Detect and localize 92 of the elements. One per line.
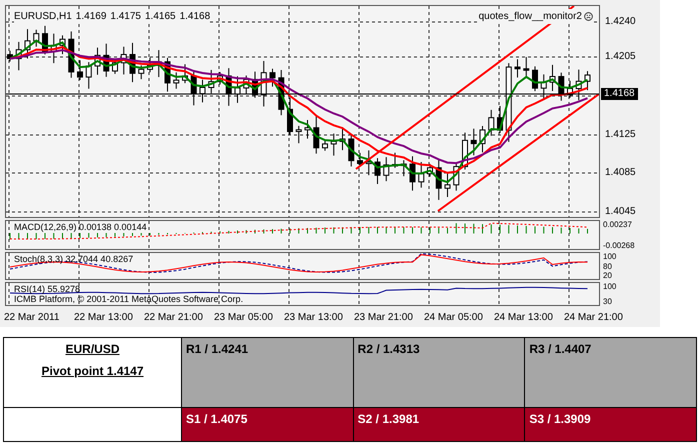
candlestick [42, 25, 48, 55]
candlestick [322, 140, 328, 152]
candlestick [584, 70, 590, 91]
pivot-point-label: Pivot point 1.4147 [41, 363, 144, 380]
candlestick [103, 43, 110, 78]
candlestick [366, 150, 372, 176]
candlestick [16, 41, 22, 71]
price-value: 1.4175 [110, 10, 141, 24]
price-axis-label: 1.4045 [605, 206, 636, 218]
time-axis-label: 22 Mar 21:00 [144, 310, 204, 324]
candlestick [340, 126, 346, 151]
table-cell: R3 / 1.4407 [524, 338, 696, 408]
scale-label: -0.00268 [603, 241, 636, 250]
candlestick [33, 29, 40, 48]
candlestick [348, 134, 354, 167]
scale-label: 30 [603, 297, 613, 306]
table-cell: S3 / 1.3909 [524, 408, 696, 442]
indicator-label: MACD(12,26,9) 0.00138 0.00144 [14, 222, 147, 232]
candlestick [480, 126, 486, 153]
candlestick [330, 133, 337, 156]
candlestick [400, 160, 407, 177]
candlestick [270, 68, 276, 88]
candlestick [532, 66, 538, 92]
indicator-label: quotes_flow__monitor2 [478, 10, 582, 24]
time-axis-label: 23 Mar 05:00 [214, 310, 274, 324]
candlestick [418, 162, 424, 188]
candlestick [374, 158, 380, 185]
table-cell: R2 / 1.4313 [353, 338, 525, 408]
candlestick [453, 162, 460, 192]
candlestick [77, 60, 83, 80]
candlestick [357, 152, 363, 167]
table-cell: S1 / 1.4075 [182, 408, 354, 442]
time-axis-label: 24 Mar 21:00 [564, 310, 624, 324]
scale-label: 0.00237 [603, 220, 633, 229]
price-value: 1.4165 [144, 10, 176, 24]
candlestick [147, 57, 153, 73]
scale-label: 100 [603, 252, 618, 261]
price-axis-label: 1.4085 [605, 167, 636, 179]
candlestick [7, 50, 13, 62]
candlestick [410, 156, 416, 192]
candlestick [514, 58, 520, 78]
candlestick [50, 33, 57, 64]
current-price-label: 1.4168 [601, 88, 638, 100]
price-value: 1.4168 [180, 10, 210, 24]
candlestick [313, 116, 320, 154]
price-axis-label: 1.4205 [605, 51, 636, 63]
time-axis-label: 22 Mar 13:00 [74, 310, 134, 324]
price-axis-label: 1.4240 [605, 16, 636, 28]
candlestick [156, 50, 162, 78]
candlestick [138, 64, 144, 80]
time-axis-label: 24 Mar 05:00 [424, 310, 484, 324]
scale-label: 100 [603, 282, 618, 291]
copyright-text: ICMB Platform, © 2001-2011 MetaQuotes Software Corp. [14, 294, 244, 304]
table-cell: S2 / 1.3981 [353, 408, 525, 442]
price-value: 1.4169 [76, 10, 106, 24]
scale-label: 20 [603, 271, 613, 280]
time-axis-label: 24 Mar 13:00 [494, 310, 554, 324]
candlestick [550, 64, 556, 92]
candlestick [86, 62, 92, 90]
candlestick [24, 28, 30, 59]
time-axis-label: 23 Mar 13:00 [284, 310, 344, 324]
candlestick [173, 72, 180, 90]
candlestick [470, 128, 477, 156]
indicator-label: RSI(14) 55.9278 [14, 284, 82, 294]
candlestick [497, 106, 503, 134]
candlestick [523, 56, 530, 77]
time-axis-label: 23 Mar 21:00 [354, 310, 414, 324]
candlestick [392, 152, 398, 168]
scale-label: 80 [603, 262, 613, 270]
pair-title: EUR/USD [65, 341, 120, 358]
candlestick [287, 97, 293, 135]
candlestick [304, 119, 310, 140]
candlestick [383, 156, 390, 182]
candlestick [296, 125, 302, 144]
candlestick [60, 34, 66, 55]
candlestick [488, 109, 494, 136]
candlestick [94, 47, 100, 76]
price-axis-label: 1.4125 [605, 129, 636, 141]
time-axis-label: 22 Mar 2011 [4, 310, 60, 324]
candlestick [444, 172, 450, 198]
candlestick [164, 57, 170, 92]
candlestick [182, 64, 188, 84]
table-cell: R1 / 1.4241 [182, 338, 354, 408]
smiley-icon [584, 12, 593, 21]
indicator-label: Stoch(8,3,3) 32.7044 40.8267 [14, 254, 134, 264]
candlestick [217, 72, 223, 86]
symbol-label: EURUSD,H1 [14, 10, 72, 24]
candlestick [462, 132, 468, 170]
candlestick [427, 163, 433, 178]
candlestick [120, 46, 127, 75]
candlestick [436, 159, 442, 200]
candlestick [68, 30, 74, 78]
